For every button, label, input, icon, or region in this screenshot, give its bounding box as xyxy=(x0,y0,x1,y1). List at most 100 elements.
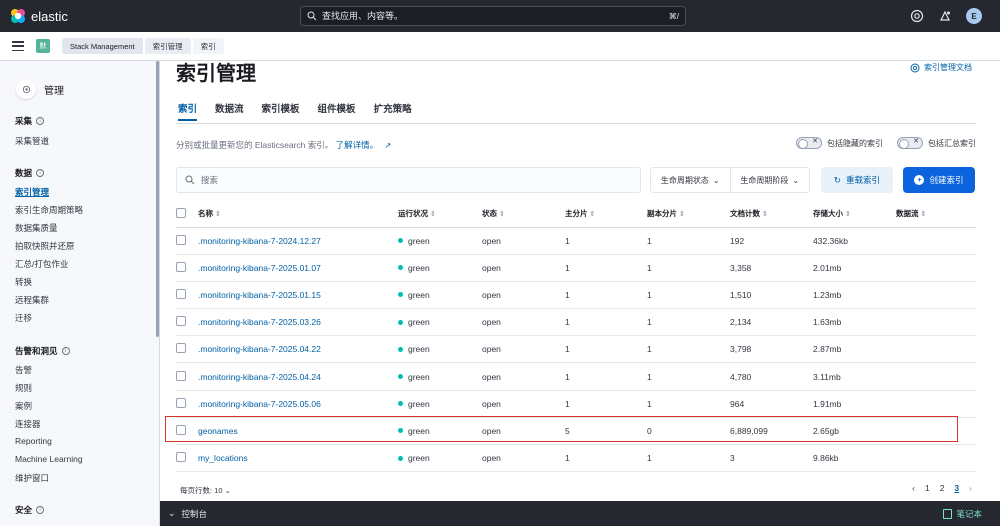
index-search-input[interactable] xyxy=(201,175,312,185)
shortcut-hint: ⌘/ xyxy=(668,11,679,21)
global-search[interactable]: ⌘/ xyxy=(300,6,686,26)
index-name-link[interactable]: .monitoring-kibana-7-2025.01.07 xyxy=(198,263,321,273)
row-checkbox[interactable] xyxy=(176,452,186,463)
table-row[interactable]: .monitoring-kibana-7-2025.04.24 green open… xyxy=(176,362,976,391)
reload-indices-button[interactable]: ↻ 重载索引 xyxy=(821,167,893,193)
health-badge: green xyxy=(398,344,482,354)
console-bar[interactable]: ⌄ 控制台 笔记本 xyxy=(160,501,1000,526)
sort-icon: ⇕ xyxy=(589,211,596,219)
sidebar-item-reporting[interactable]: Reporting xyxy=(15,436,52,446)
user-avatar[interactable]: E xyxy=(966,8,982,24)
table-row[interactable]: .monitoring-kibana-7-2025.04.22 green open… xyxy=(176,335,976,364)
sidebar-item-connectors[interactable]: 连接器 xyxy=(15,418,41,430)
row-checkbox[interactable] xyxy=(176,316,186,327)
index-name-link[interactable]: .monitoring-kibana-7-2025.03.26 xyxy=(198,317,321,327)
primary-shards: 1 xyxy=(565,308,647,337)
news-feed-icon[interactable] xyxy=(938,9,952,23)
column-storage-size[interactable]: 存储大小 ⇕ xyxy=(813,201,896,228)
select-all-checkbox[interactable] xyxy=(176,207,186,218)
row-checkbox[interactable] xyxy=(176,261,186,272)
docs-link[interactable]: 索引管理文档 xyxy=(910,62,972,73)
pagination-next-icon[interactable]: › xyxy=(969,483,972,493)
column-name[interactable]: 名称 ⇕ xyxy=(198,201,398,228)
data-stream xyxy=(896,281,976,310)
sidebar-section-data: 数据 i xyxy=(15,167,45,179)
rows-per-page[interactable]: 每页行数: 10 ⌄ xyxy=(180,485,231,496)
sidebar-item-migrate[interactable]: 迁移 xyxy=(15,312,32,324)
table-row[interactable]: .monitoring-kibana-7-2025.01.15 green open… xyxy=(176,281,976,310)
sidebar-scrollbar[interactable] xyxy=(156,61,159,337)
table-row[interactable]: .monitoring-kibana-7-2024.12.27 green open… xyxy=(176,227,976,255)
row-checkbox[interactable] xyxy=(176,370,186,381)
notebook-button[interactable]: 笔记本 xyxy=(943,508,982,520)
sidebar-item-machine-learning[interactable]: Machine Learning xyxy=(15,454,83,464)
index-name-link[interactable]: .monitoring-kibana-7-2025.04.24 xyxy=(198,372,321,382)
table-row[interactable]: .monitoring-kibana-7-2025.01.07 green open… xyxy=(176,254,976,282)
column-replica-shards[interactable]: 副本分片 ⇕ xyxy=(647,201,730,228)
data-stream xyxy=(896,308,976,337)
global-search-input[interactable] xyxy=(322,11,669,21)
sidebar-item-rules[interactable]: 规则 xyxy=(15,382,32,394)
sidebar-item-cases[interactable]: 案例 xyxy=(15,400,32,412)
docs-count: 3,798 xyxy=(730,335,813,364)
index-search[interactable] xyxy=(176,167,641,193)
breadcrumb-stack-management[interactable]: Stack Management xyxy=(62,38,143,54)
health-badge: green xyxy=(398,372,482,382)
column-primary-shards[interactable]: 主分片 ⇕ xyxy=(565,201,647,228)
lifecycle-phase-filter[interactable]: 生命周期阶段 ⌄ xyxy=(729,168,810,192)
row-checkbox[interactable] xyxy=(176,343,186,354)
index-name-link[interactable]: my_locations xyxy=(198,453,248,463)
sidebar-item-maintenance-windows[interactable]: 维护窗口 xyxy=(15,472,49,484)
docs-count: 1,510 xyxy=(730,281,813,310)
column-docs-count[interactable]: 文档计数 ⇕ xyxy=(730,201,813,228)
pagination-prev-icon[interactable]: ‹ xyxy=(912,483,915,493)
tab-enrich-policies[interactable]: 扩充策略 xyxy=(374,101,412,121)
index-name-link[interactable]: .monitoring-kibana-7-2025.04.22 xyxy=(198,344,321,354)
column-status[interactable]: 状态 ⇕ xyxy=(482,201,565,228)
health-badge: green xyxy=(398,263,482,273)
index-name-link[interactable]: .monitoring-kibana-7-2024.12.27 xyxy=(198,236,321,246)
tab-component-templates[interactable]: 组件模板 xyxy=(318,101,356,121)
menu-toggle-icon[interactable] xyxy=(12,41,24,51)
sidebar-item-remote-clusters[interactable]: 远程集群 xyxy=(15,294,49,306)
page-1[interactable]: 1 xyxy=(925,483,930,493)
page-3[interactable]: 3 xyxy=(954,483,959,493)
elastic-logo[interactable]: elastic xyxy=(10,8,68,24)
space-selector[interactable]: 默 xyxy=(36,39,50,53)
include-hidden-toggle[interactable]: 包括隐藏的索引 xyxy=(796,137,883,149)
table-row[interactable]: .monitoring-kibana-7-2025.05.06 green open… xyxy=(176,390,976,418)
sidebar-item-alerts[interactable]: 告警 xyxy=(15,364,32,376)
index-name-link[interactable]: .monitoring-kibana-7-2025.05.06 xyxy=(198,399,321,409)
sidebar-item-index-management[interactable]: 索引管理 xyxy=(15,186,49,198)
breadcrumb-index-management[interactable]: 索引管理 xyxy=(144,38,191,54)
description-text: 分别或批量更新您的 Elasticsearch 索引。 xyxy=(176,140,334,150)
data-stream xyxy=(896,444,976,473)
sidebar-item-snapshot-restore[interactable]: 拍取快照并还原 xyxy=(15,240,75,252)
replica-shards: 1 xyxy=(647,254,730,282)
toggle-switch[interactable] xyxy=(796,137,822,149)
create-index-button[interactable]: + 创建索引 xyxy=(903,167,975,193)
help-icon[interactable] xyxy=(910,9,924,23)
sidebar-item-transforms[interactable]: 转换 xyxy=(15,276,32,288)
row-checkbox[interactable] xyxy=(176,288,186,299)
index-name-link[interactable]: .monitoring-kibana-7-2025.01.15 xyxy=(198,290,321,300)
sidebar-item-ilm-policies[interactable]: 索引生命周期策略 xyxy=(15,204,83,216)
column-data-stream[interactable]: 数据流 ⇕ xyxy=(896,201,976,228)
toggle-switch[interactable] xyxy=(897,137,923,149)
sidebar-item-ingest-pipelines[interactable]: 采集管道 xyxy=(15,135,49,147)
page-2[interactable]: 2 xyxy=(940,483,945,493)
sidebar-item-data-set-quality[interactable]: 数据集质量 xyxy=(15,222,58,234)
include-rollup-toggle[interactable]: 包括汇总索引 xyxy=(897,137,976,149)
lifecycle-status-filter[interactable]: 生命周期状态 ⌄ xyxy=(651,168,730,192)
row-checkbox[interactable] xyxy=(176,397,186,408)
info-icon: i xyxy=(36,117,45,125)
sidebar-item-rollup-jobs[interactable]: 汇总/打包作业 xyxy=(15,258,68,270)
table-row[interactable]: my_locations green open 1 1 3 9.86kb xyxy=(176,444,976,473)
tab-index-templates[interactable]: 索引模板 xyxy=(262,101,300,121)
tab-data-streams[interactable]: 数据流 xyxy=(215,101,244,121)
learn-more-link[interactable]: 了解详情。 xyxy=(336,140,379,150)
tab-indices[interactable]: 索引 xyxy=(178,101,198,121)
row-checkbox[interactable] xyxy=(176,234,186,245)
column-health[interactable]: 运行状况 ⇕ xyxy=(398,201,482,228)
table-row[interactable]: .monitoring-kibana-7-2025.03.26 green open… xyxy=(176,308,976,337)
